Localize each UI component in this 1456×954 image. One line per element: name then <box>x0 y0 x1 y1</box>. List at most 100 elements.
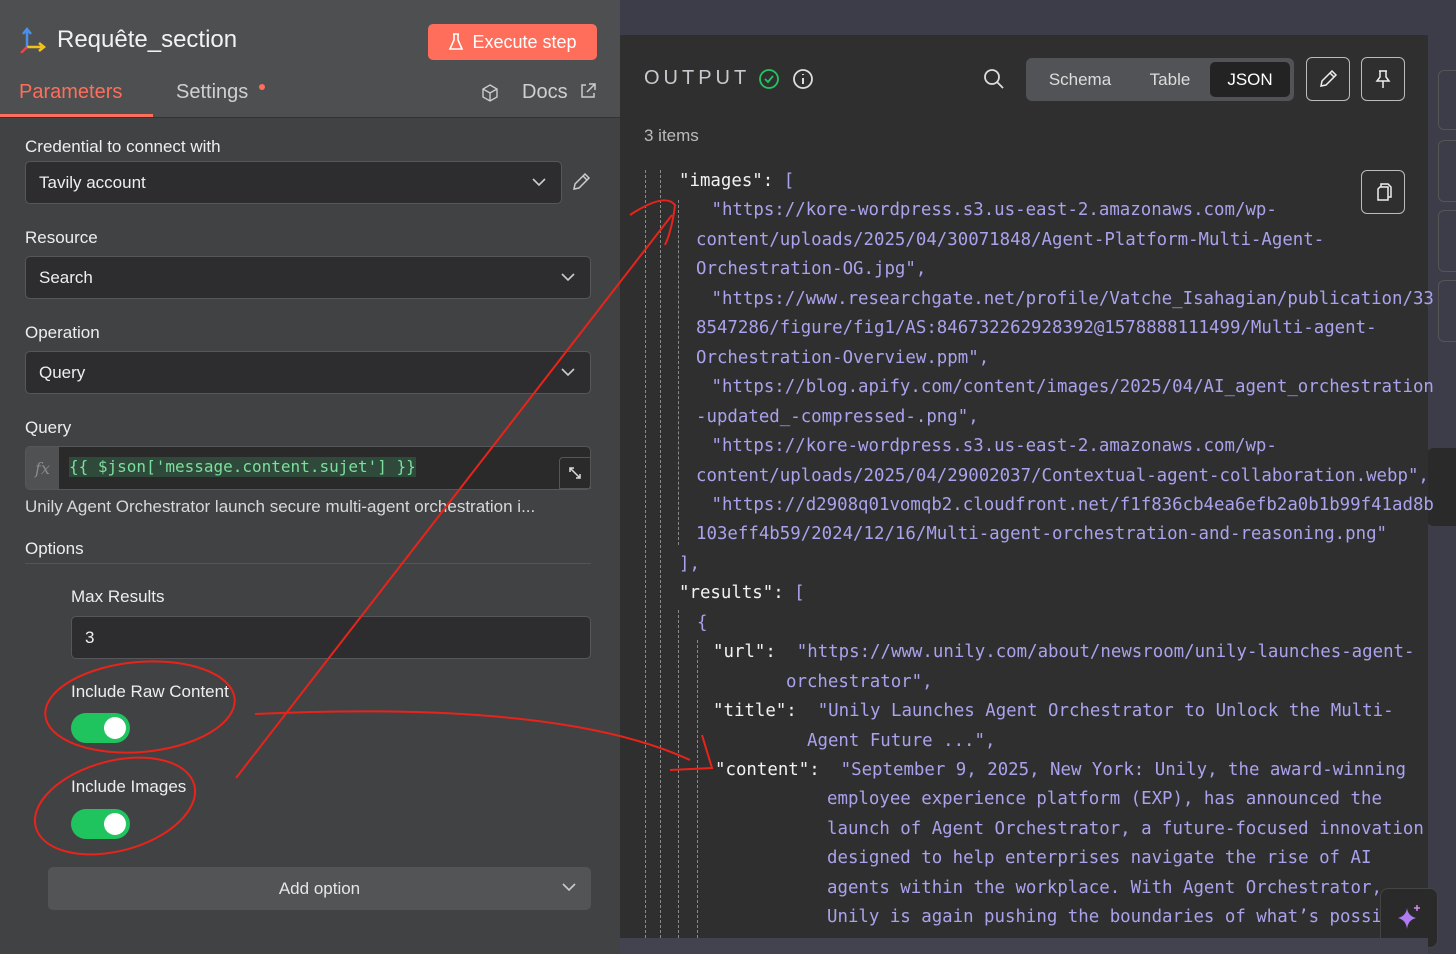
indent-guide <box>660 170 661 938</box>
canvas-node-edge <box>1438 70 1456 130</box>
tab-settings[interactable]: Settings <box>176 81 248 104</box>
json-value: "https://www.unily.com/about/newsroom/un… <box>796 642 1415 663</box>
query-expression-input[interactable]: fx {{ $json['message.content.sujet'] }} <box>25 446 591 490</box>
options-label: Options <box>25 539 84 558</box>
operation-select[interactable]: Query <box>25 351 591 394</box>
node-axis-icon <box>20 27 47 53</box>
canvas-node-edge <box>1438 140 1456 202</box>
json-line: "https://d2908q01vomqb2.cloudfront.net/f… <box>701 494 1434 515</box>
divider <box>25 563 591 564</box>
indent-guide <box>697 640 698 938</box>
flask-icon <box>449 33 464 50</box>
json-value: orchestrator", <box>786 671 933 692</box>
json-line: 103eff4b59/2024/12/16/Multi-agent-orches… <box>696 524 1387 544</box>
pencil-icon[interactable] <box>571 172 591 192</box>
json-key: "content": <box>715 760 841 780</box>
indent-guide <box>678 200 679 545</box>
include-raw-content-toggle[interactable] <box>71 713 130 743</box>
credential-select[interactable]: Tavily account <box>25 161 562 204</box>
json-value: designed to help enterprises navigate th… <box>827 848 1372 869</box>
add-option-label: Add option <box>278 878 361 898</box>
json-line: 8547286/figure/fig1/AS:846732262928392@1… <box>696 318 1377 338</box>
view-switcher: Schema Table JSON <box>1026 58 1294 101</box>
copy-output-button[interactable] <box>1361 170 1405 214</box>
info-icon[interactable] <box>792 68 814 90</box>
external-link-icon[interactable] <box>580 83 596 99</box>
view-json[interactable]: JSON <box>1210 62 1290 97</box>
json-value: "https://kore-wordpress.s3.us-east-2.ama… <box>701 200 1277 221</box>
include-images-label: Include Images <box>71 777 187 796</box>
json-value: "https://blog.apify.com/content/images/2… <box>701 377 1434 398</box>
chevron-down-icon <box>532 178 546 187</box>
json-value: "https://kore-wordpress.s3.us-east-2.ama… <box>701 436 1277 457</box>
resource-select[interactable]: Search <box>25 256 591 299</box>
edit-output-button[interactable] <box>1306 57 1350 101</box>
json-line: content/uploads/2025/04/30071848/Agent-P… <box>696 230 1324 250</box>
json-line: employee experience platform (EXP), has … <box>827 789 1382 809</box>
expand-editor-button[interactable] <box>559 457 591 489</box>
chevron-down-icon <box>561 368 575 377</box>
json-value: [ <box>794 583 805 604</box>
chevron-down-icon <box>562 883 576 892</box>
json-value: ], <box>679 553 700 574</box>
include-images-toggle[interactable] <box>71 809 130 839</box>
json-value: -updated_-compressed-.png", <box>696 406 979 427</box>
cube-icon <box>482 84 498 102</box>
json-value: launch of Agent Orchestrator, a future-f… <box>827 818 1424 839</box>
item-count: 3 items <box>644 126 699 145</box>
max-results-label: Max Results <box>71 587 165 606</box>
resource-value: Search <box>39 267 93 287</box>
copy-icon <box>1377 183 1392 201</box>
query-preview: Unily Agent Orchestrator launch secure m… <box>25 497 536 516</box>
json-line: Orchestration-OG.jpg", <box>696 259 926 279</box>
view-table[interactable]: Table <box>1130 62 1210 97</box>
json-line: orchestrator", <box>786 672 933 692</box>
json-value: "https://d2908q01vomqb2.cloudfront.net/f… <box>701 494 1434 515</box>
json-line: "results": [ <box>679 583 805 603</box>
json-line: Agent Future ...", <box>807 731 995 751</box>
docs-link[interactable]: Docs <box>522 81 568 104</box>
indent-guide <box>678 610 679 938</box>
node-title[interactable]: Requête_section <box>57 26 237 54</box>
json-value: content/uploads/2025/04/30071848/Agent-P… <box>696 229 1325 250</box>
json-key: "title": <box>713 701 818 722</box>
view-schema[interactable]: Schema <box>1030 62 1130 97</box>
tab-parameters[interactable]: Parameters <box>19 81 122 104</box>
json-line: content/uploads/2025/04/29002037/Context… <box>696 466 1429 486</box>
json-line: agents within the workplace. With Agent … <box>827 878 1382 898</box>
json-line: "content": "September 9, 2025, New York:… <box>715 760 1406 780</box>
indent-guide <box>645 170 646 938</box>
fx-badge: fx <box>26 447 59 489</box>
add-option-select[interactable]: Add option <box>48 867 591 910</box>
json-key: "url": <box>713 642 797 663</box>
operation-value: Query <box>39 362 86 382</box>
search-icon[interactable] <box>983 68 1005 90</box>
sparkle-icon <box>1398 905 1420 929</box>
json-value: Unily is again pushing the boundaries of… <box>827 907 1382 928</box>
chevron-down-icon <box>561 273 575 282</box>
canvas-node-edge <box>1438 280 1456 342</box>
bottom-bar <box>620 938 1428 954</box>
query-label: Query <box>25 418 72 437</box>
json-line: "https://kore-wordpress.s3.us-east-2.ama… <box>701 200 1277 221</box>
operation-label: Operation <box>25 323 100 342</box>
json-value: Orchestration-Overview.ppm", <box>696 347 990 368</box>
json-line: "https://www.researchgate.net/profile/Va… <box>701 289 1433 309</box>
json-line: Unily is again pushing the boundaries of… <box>827 907 1382 927</box>
json-value: "September 9, 2025, New York: Unily, the… <box>840 760 1407 780</box>
json-line: { <box>697 613 707 633</box>
query-expression[interactable]: {{ $json['message.content.sujet'] }} <box>69 457 416 477</box>
json-value: { <box>697 612 708 633</box>
json-line: "https://blog.apify.com/content/images/2… <box>701 377 1434 398</box>
json-key: "images": <box>679 171 784 191</box>
max-results-input[interactable]: 3 <box>71 616 591 659</box>
json-value: content/uploads/2025/04/29002037/Context… <box>696 465 1429 486</box>
canvas-node-edge <box>1438 210 1456 272</box>
json-value: "Unily Launches Agent Orchestrator to Un… <box>817 701 1394 722</box>
json-value: agents within the workplace. With Agent … <box>827 877 1382 898</box>
execute-step-button[interactable]: Execute step <box>428 24 597 60</box>
pin-output-button[interactable] <box>1361 57 1405 101</box>
active-tab-indicator <box>0 114 153 117</box>
json-value: employee experience platform (EXP), has … <box>827 789 1382 810</box>
json-line: launch of Agent Orchestrator, a future-f… <box>827 819 1424 839</box>
